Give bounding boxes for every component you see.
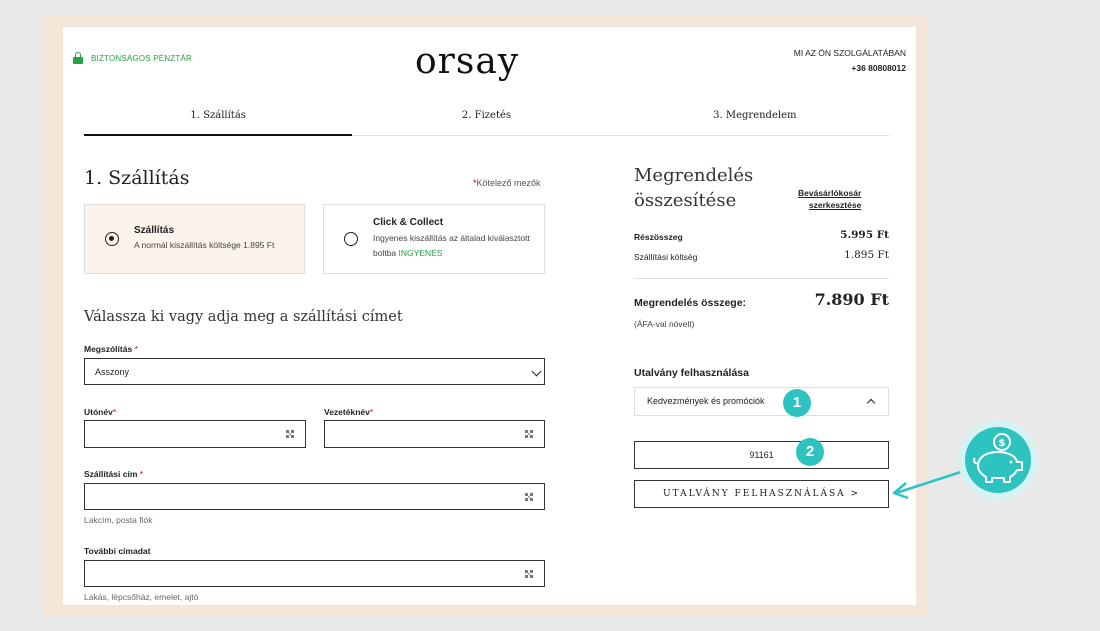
password-manager-icon [525, 493, 533, 501]
secure-checkout: BIZTONSÁGOS PÉNZTÁR [73, 52, 192, 64]
step-order[interactable]: 3. Megrendelem [621, 105, 889, 135]
promotions-label: Kedvezmények és promóciók [647, 396, 765, 406]
firstname-label: Utónév* [84, 407, 117, 417]
subtotal-label: Részösszeg [634, 232, 683, 242]
svg-text:$: $ [999, 438, 1006, 449]
chevron-up-icon [866, 398, 876, 408]
option-delivery-desc: A normál kiszállítás költsége 1.895 Ft [134, 240, 275, 250]
lastname-label: Vezetéknév* [324, 407, 374, 417]
total-label: Megrendelés összege: [634, 297, 747, 309]
edit-cart-line2: szerkesztése [808, 200, 862, 210]
free-label: INGYENES [398, 248, 443, 258]
address-title: Válassza ki vagy adja meg a szállítási c… [84, 309, 403, 325]
voucher-title: Utalvány felhasználása [634, 367, 749, 379]
required-note: *Kötelező mezők [473, 178, 541, 188]
service-label: MI AZ ÖN SZOLGÁLATÁBAN [793, 48, 906, 58]
summary-title-line1: Megrendelés [634, 165, 754, 186]
logo[interactable]: orsay [415, 41, 555, 85]
edit-cart-line1: Bevásárlókosár [798, 188, 862, 198]
summary-title: Megrendelés összesítése [634, 163, 753, 213]
password-manager-icon [525, 570, 533, 578]
summary-title-line2: összesítése [634, 190, 737, 211]
lastname-label-text: Vezetéknév [324, 407, 370, 417]
shipping-cost-value: 1.895 Ft [844, 249, 889, 261]
chevron-down-icon [531, 366, 542, 377]
shipping-title: 1. Szállítás [84, 167, 190, 189]
salutation-value: Asszony [95, 367, 130, 377]
step-shipping[interactable]: 1. Szállítás [84, 105, 353, 136]
street-label: Szállítási cím * [84, 469, 144, 479]
annotation-badge-2: 2 [796, 438, 824, 466]
annotation-badge-1: 1 [783, 389, 811, 417]
option-cc-desc-line1: Ingyenes kiszállítás az általad kiválasz… [373, 233, 530, 243]
lastname-input[interactable] [324, 420, 545, 448]
service-phone[interactable]: +36 80808012 [794, 61, 906, 76]
salutation-select[interactable]: Asszony [84, 358, 545, 385]
checkout-page: BIZTONSÁGOS PÉNZTÁR orsay MI AZ ÖN SZOLG… [63, 27, 916, 605]
required-note-text: Kötelező mezők [476, 178, 541, 188]
step-payment[interactable]: 2. Fizetés [352, 105, 620, 135]
edit-cart-link[interactable]: Bevásárlókosár szerkesztése [798, 187, 861, 211]
option-delivery-title: Szállítás [134, 225, 175, 236]
vat-note: (ÁFA-val növelt) [634, 319, 695, 329]
logo-text: orsay [415, 41, 520, 82]
apply-voucher-button[interactable]: UTALVÁNY FELHASZNÁLÁSA > [634, 480, 889, 508]
extra-label: További címadat [84, 546, 151, 556]
firstname-label-text: Utónév [84, 407, 113, 417]
voucher-code-input[interactable]: 91161 [634, 441, 889, 469]
customer-service: MI AZ ÖN SZOLGÁLATÁBAN +36 80808012 [794, 46, 906, 76]
password-manager-icon [525, 430, 533, 438]
salutation-label: Megszólítás * [84, 344, 138, 354]
lock-icon [73, 52, 83, 64]
checkout-steps: 1. Szállítás 2. Fizetés 3. Megrendelem [84, 105, 889, 136]
extra-address-input[interactable] [84, 560, 545, 587]
radio-click-collect[interactable] [344, 232, 358, 246]
total-value: 7.890 Ft [814, 290, 889, 309]
subtotal-value: 5.995 Ft [840, 229, 889, 241]
password-manager-icon [286, 430, 294, 438]
secure-label: BIZTONSÁGOS PÉNZTÁR [91, 53, 192, 63]
extra-hint: Lakás, lépcsőház, emelet, ajtó [84, 592, 199, 602]
option-cc-title: Click & Collect [373, 217, 444, 228]
promotions-dropdown[interactable]: Kedvezmények és promóciók [634, 387, 889, 416]
option-cc-desc-line2-text: boltba [373, 248, 397, 258]
street-label-text: Szállítási cím [84, 469, 138, 479]
summary-divider [634, 278, 889, 279]
option-cc-desc-line2: boltba INGYENES [373, 246, 530, 261]
radio-delivery[interactable] [105, 232, 119, 246]
shipping-cost-label: Szállítási költség [634, 252, 698, 262]
option-cc-desc: Ingyenes kiszállítás az általad kiválasz… [373, 231, 530, 261]
salutation-label-text: Megszólítás [84, 344, 133, 354]
street-hint: Lakcím, posta fiók [84, 515, 153, 525]
piggy-bank-icon: $ [958, 420, 1038, 500]
shipping-option-delivery[interactable]: Szállítás A normál kiszállítás költsége … [84, 204, 305, 274]
shipping-option-click-collect[interactable]: Click & Collect Ingyenes kiszállítás az … [323, 204, 545, 274]
street-input[interactable] [84, 483, 545, 510]
firstname-input[interactable] [84, 420, 306, 448]
